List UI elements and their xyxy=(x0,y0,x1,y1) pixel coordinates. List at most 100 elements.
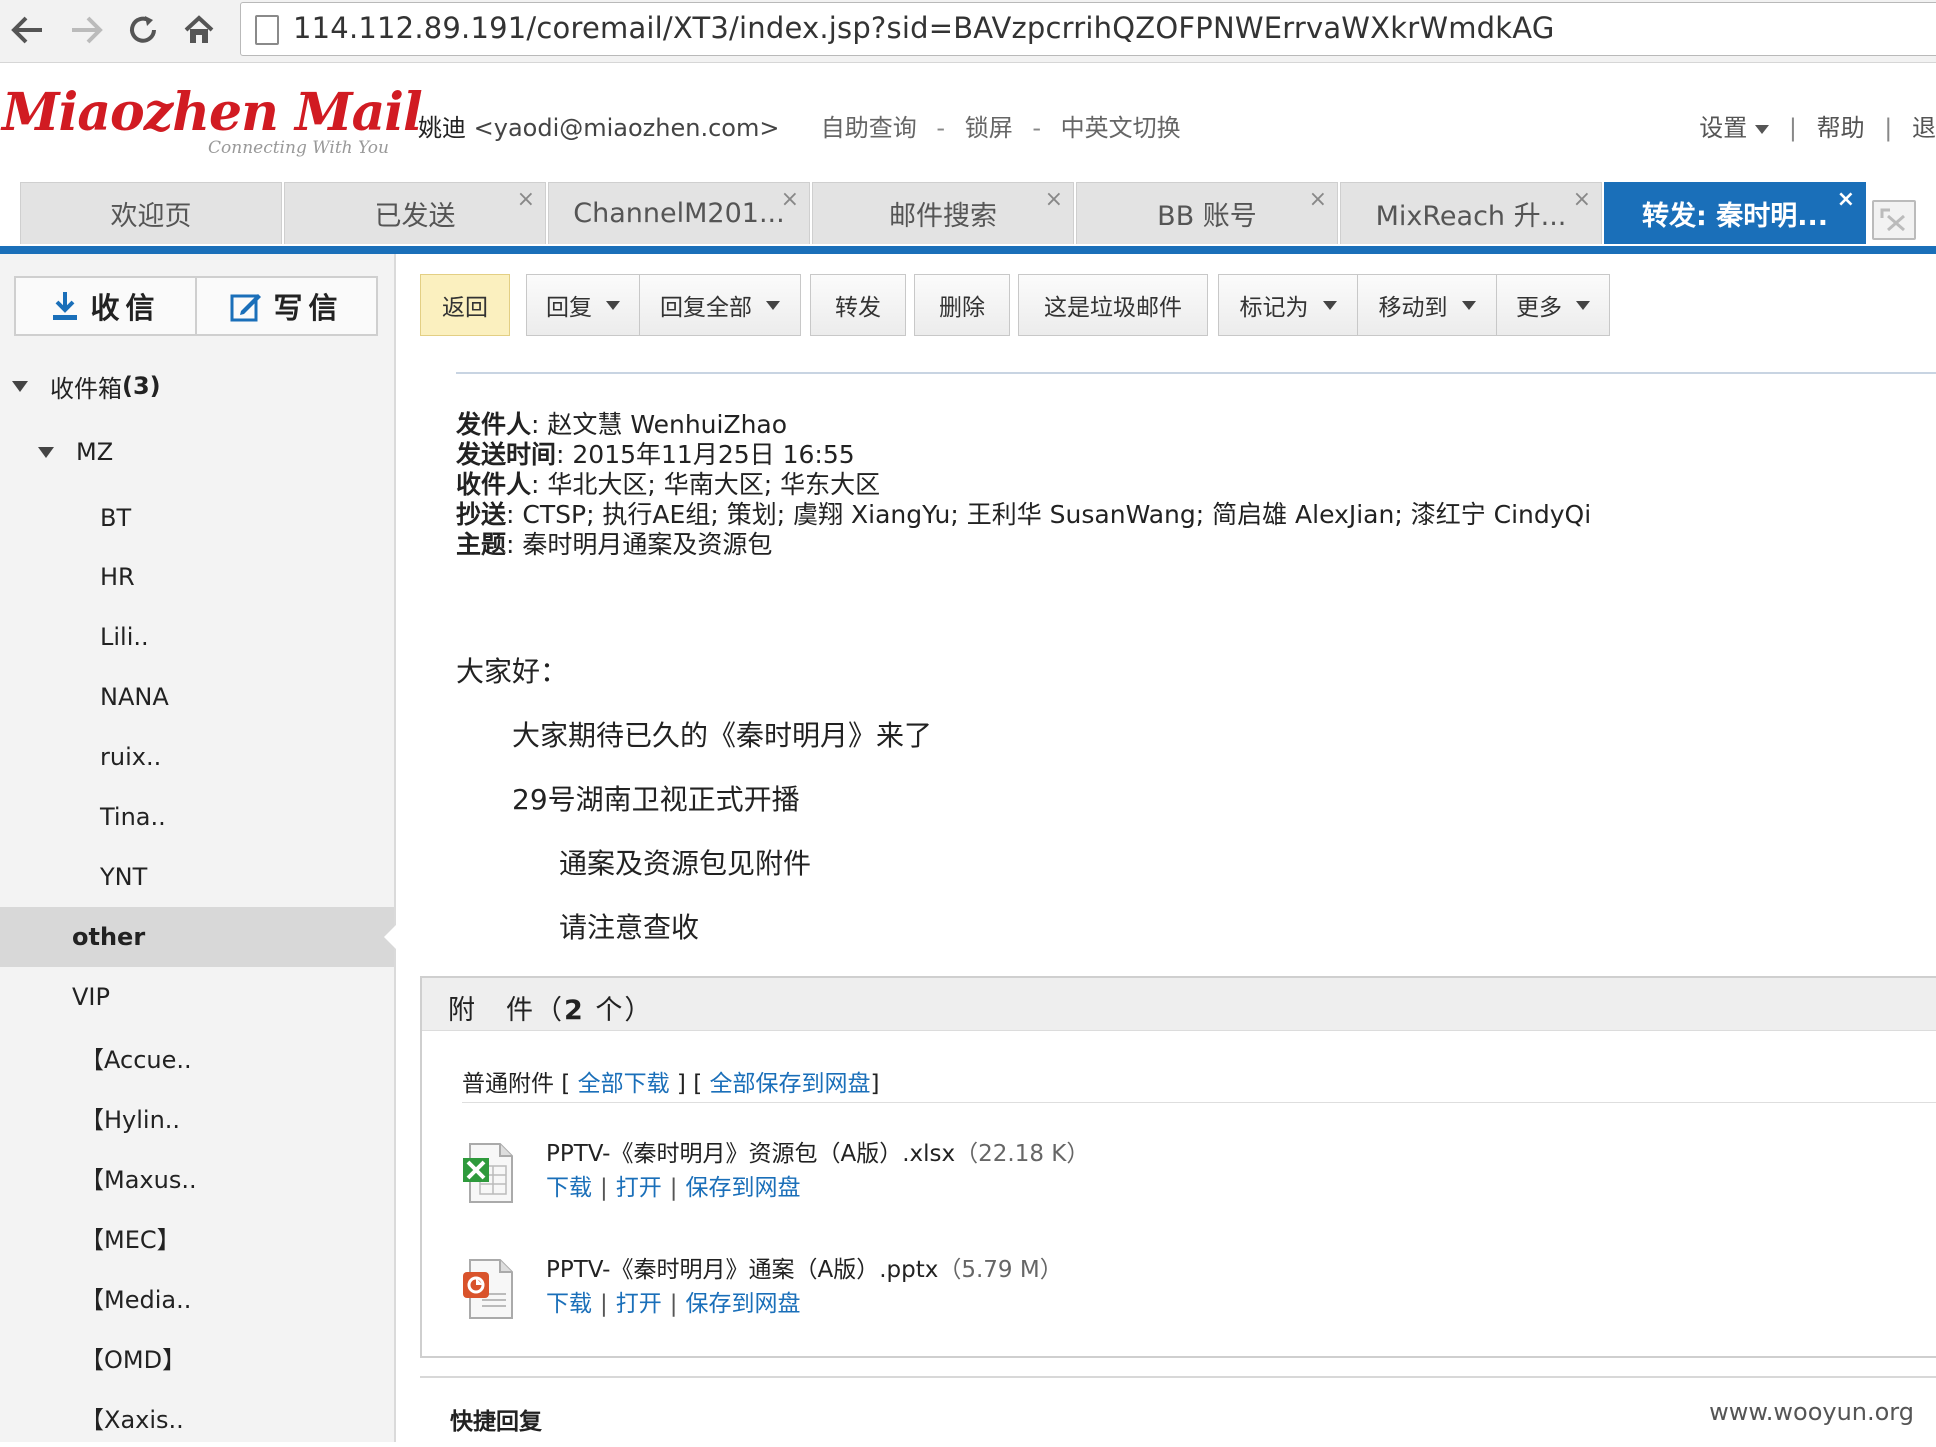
folder-media[interactable]: 【Media.. xyxy=(0,1267,394,1327)
back-arrow-icon[interactable] xyxy=(4,6,50,54)
logo-tagline: Connecting With You xyxy=(208,138,389,158)
folder-label: NANA xyxy=(100,683,169,711)
menu-separator: | xyxy=(1788,114,1797,142)
mark-spam-button[interactable]: 这是垃圾邮件 xyxy=(1018,274,1208,336)
compose-button[interactable]: 写信 xyxy=(195,278,376,334)
chevron-down-icon[interactable] xyxy=(1461,300,1476,310)
folder-maxus[interactable]: 【Maxus.. xyxy=(0,1147,394,1207)
folder-hr[interactable]: HR xyxy=(0,547,394,607)
folder-label: ruix.. xyxy=(100,743,162,771)
back-button[interactable]: 返回 xyxy=(420,274,510,336)
forward-arrow-icon[interactable] xyxy=(64,6,110,54)
chevron-down-icon[interactable] xyxy=(1576,300,1590,310)
save-to-disk-link[interactable]: 保存到网盘 xyxy=(686,1291,801,1317)
open-link[interactable]: 打开 xyxy=(616,1175,662,1201)
close-icon[interactable]: × xyxy=(1309,187,1327,212)
language-switch-link[interactable]: 中英文切换 xyxy=(1061,114,1181,142)
folder-tina[interactable]: Tina.. xyxy=(0,787,394,847)
close-icon[interactable]: × xyxy=(1573,187,1591,212)
quick-reply-divider xyxy=(420,1376,1936,1378)
tab-label: 已发送 xyxy=(374,201,456,232)
folder-accue[interactable]: 【Accue.. xyxy=(0,1027,394,1087)
help-link[interactable]: 帮助 xyxy=(1817,114,1865,142)
reply-button[interactable]: 回复 xyxy=(526,274,640,336)
watermark: www.wooyun.org xyxy=(1709,1398,1914,1426)
user-info: 姚迪 <yaodi@miaozhen.com> 自助查询 - 锁屏 - 中英文切… xyxy=(418,108,1181,143)
mail-action-box: 收信 写信 xyxy=(14,276,378,336)
more-button[interactable]: 更多 xyxy=(1496,274,1610,336)
receive-mail-button[interactable]: 收信 xyxy=(16,278,195,334)
download-link[interactable]: 下载 xyxy=(546,1291,592,1317)
attachments-title: 附 件（2 个） xyxy=(448,995,654,1026)
excel-file-icon xyxy=(463,1143,513,1203)
open-link[interactable]: 打开 xyxy=(616,1291,662,1317)
mark-as-button[interactable]: 标记为 xyxy=(1218,274,1358,336)
sent-value: 2015年11月25日 16:55 xyxy=(572,440,855,469)
close-icon[interactable]: × xyxy=(517,187,535,212)
folder-bt[interactable]: BT xyxy=(0,488,394,548)
attachment-name[interactable]: PPTV-《秦时明月》通案（A版）.pptx（5.79 M） xyxy=(546,1250,1063,1284)
folder-label: 【Media.. xyxy=(80,1285,192,1314)
download-all-link[interactable]: 全部下载 xyxy=(578,1071,670,1097)
unread-count: (3) xyxy=(122,372,161,400)
reply-all-button[interactable]: 回复全部 xyxy=(639,274,801,336)
delete-button[interactable]: 删除 xyxy=(914,274,1010,336)
address-bar[interactable]: 114.112.89.191/coremail/XT3/index.jsp?si… xyxy=(240,2,1936,56)
folder-label: VIP xyxy=(72,983,110,1011)
folder-vip[interactable]: VIP xyxy=(0,967,394,1027)
move-to-button[interactable]: 移动到 xyxy=(1357,274,1497,336)
attachment-item: PPTV-《秦时明月》通案（A版）.pptx（5.79 M） 下载 | 打开 | 保存到… xyxy=(462,1250,1862,1330)
from-row: 发件人: 赵文慧 WenhuiZhao xyxy=(456,410,788,439)
folder-nana[interactable]: NANA xyxy=(0,667,394,727)
folder-label: 【OMD】 xyxy=(80,1345,187,1374)
chevron-down-icon[interactable] xyxy=(1322,300,1337,310)
cc-value: CTSP; 执行AE组; 策划; 虞翔 XiangYu; 王利华 SusanWa… xyxy=(522,500,1592,529)
folder-lili[interactable]: Lili.. xyxy=(0,607,394,667)
collapse-icon[interactable] xyxy=(38,446,54,458)
folder-mec[interactable]: 【MEC】 xyxy=(0,1207,394,1267)
save-all-to-disk-link[interactable]: 全部保存到网盘 xyxy=(710,1071,871,1097)
attachment-name[interactable]: PPTV-《秦时明月》资源包（A版）.xlsx（22.18 K） xyxy=(546,1134,1089,1168)
folder-ynt[interactable]: YNT xyxy=(0,847,394,907)
header-divider xyxy=(456,372,1936,374)
save-to-disk-link[interactable]: 保存到网盘 xyxy=(686,1175,801,1201)
url-text[interactable]: 114.112.89.191/coremail/XT3/index.jsp?si… xyxy=(293,11,1555,45)
download-link[interactable]: 下载 xyxy=(546,1175,592,1201)
home-icon[interactable] xyxy=(176,6,222,54)
subject-row: 主题: 秦时明月通案及资源包 xyxy=(456,530,773,559)
chevron-down-icon[interactable] xyxy=(606,300,620,310)
tab-mixreach[interactable]: MixReach 升... × xyxy=(1340,182,1602,244)
settings-menu[interactable]: 设置 xyxy=(1699,114,1770,142)
reload-icon[interactable] xyxy=(120,6,166,54)
close-icon[interactable]: × xyxy=(1045,187,1063,212)
folder-xaxis[interactable]: 【Xaxis.. xyxy=(0,1387,394,1447)
forward-button[interactable]: 转发 xyxy=(810,274,906,336)
exit-link[interactable]: 退 xyxy=(1912,114,1936,142)
folder-omd[interactable]: 【OMD】 xyxy=(0,1327,394,1387)
close-icon[interactable]: × xyxy=(781,187,799,212)
tab-forward-message[interactable]: 转发: 秦时明... × xyxy=(1604,182,1866,244)
self-service-query-link[interactable]: 自助查询 xyxy=(821,114,917,142)
folder-hylin[interactable]: 【Hylin.. xyxy=(0,1087,394,1147)
body-line: 大家期待已久的《秦时明月》来了 xyxy=(512,719,933,752)
collapse-icon[interactable] xyxy=(12,380,28,392)
quick-reply-label[interactable]: 快捷回复 xyxy=(450,1402,542,1436)
tab-bb-account[interactable]: BB 账号 × xyxy=(1076,182,1338,244)
tab-channelm[interactable]: ChannelM201... × xyxy=(548,182,810,244)
sent-row: 发送时间: 2015年11月25日 16:55 xyxy=(456,440,855,469)
chevron-down-icon[interactable] xyxy=(766,300,780,310)
folder-mz[interactable]: MZ xyxy=(0,422,394,482)
folder-other[interactable]: other xyxy=(0,907,396,967)
tab-welcome[interactable]: 欢迎页 xyxy=(20,182,282,244)
link-separator: - xyxy=(936,114,946,142)
expand-icon[interactable] xyxy=(1872,200,1916,240)
miaozhen-mail-logo[interactable]: Miaozhen Mail Connecting With You xyxy=(0,82,423,162)
lock-screen-link[interactable]: 锁屏 xyxy=(965,114,1013,142)
attachment-actions: 下载 | 打开 | 保存到网盘 xyxy=(546,1291,801,1317)
body-line: 请注意查收 xyxy=(559,911,700,944)
tab-mail-search[interactable]: 邮件搜索 × xyxy=(812,182,1074,244)
close-icon[interactable]: × xyxy=(1837,187,1855,212)
tab-sent[interactable]: 已发送 × xyxy=(284,182,546,244)
folder-ruix[interactable]: ruix.. xyxy=(0,727,394,787)
folder-inbox[interactable]: 收件箱 (3) xyxy=(0,356,394,416)
